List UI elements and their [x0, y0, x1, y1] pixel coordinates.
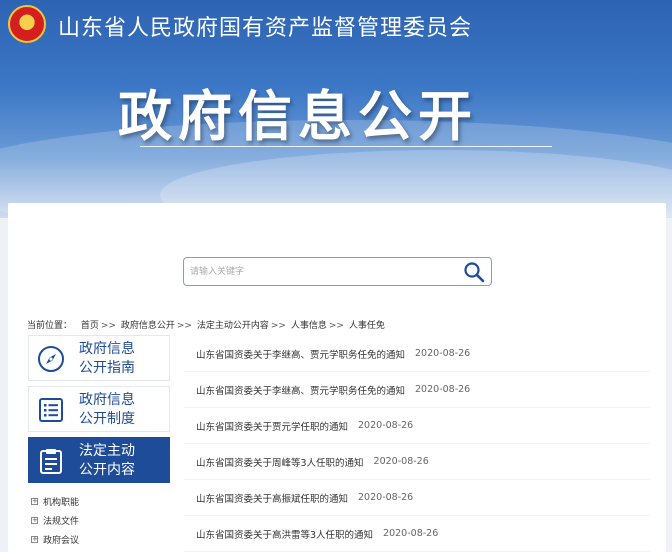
breadcrumb-item-statutory-content[interactable]: 法定主动公开内容	[197, 321, 269, 331]
expand-icon: +	[31, 497, 38, 505]
sub-item-label: 政府会议	[43, 536, 80, 546]
sidebar-button-label: 政府信息 公开指南	[79, 341, 135, 376]
breadcrumb-separator: >>	[328, 321, 344, 331]
compass-icon	[38, 346, 64, 372]
breadcrumb-item-appointments[interactable]: 人事任免	[349, 321, 385, 331]
page-title: 政府信息公开	[118, 85, 478, 148]
list-item: 山东省国资委关于李继高、贾元学职务任免的通知 2020-08-26	[184, 336, 650, 372]
breadcrumb: 当前位置： 首页 >> 政府信息公开 >> 法定主动公开内容 >> 人事信息 >> 人事…	[27, 318, 385, 331]
news-link[interactable]: 山东省国资委关于高振斌任职的通知	[196, 491, 348, 505]
sidebar-sub-item-meetings[interactable]: + 政府会议	[31, 530, 79, 549]
document-list-icon	[39, 398, 63, 422]
news-date: 2020-08-26	[358, 420, 414, 431]
sidebar-sub-item-regulations[interactable]: + 法规文件	[31, 511, 79, 530]
breadcrumb-item-home[interactable]: 首页	[81, 321, 99, 331]
news-link[interactable]: 山东省国资委关于周峰等3人任职的通知	[196, 455, 364, 469]
search-button[interactable]	[463, 261, 485, 283]
breadcrumb-separator: >>	[176, 321, 192, 331]
search-box	[183, 257, 492, 286]
list-item: 山东省国资委关于高振斌任职的通知 2020-08-26	[184, 480, 650, 516]
news-date: 2020-08-26	[358, 492, 414, 503]
header-banner: ★ 山东省人民政府国有资产监督管理委员会 政府信息公开	[0, 0, 672, 218]
expand-icon: +	[31, 535, 38, 543]
list-item: 山东省国资委关于高洪雷等3人任职的通知 2020-08-26	[184, 516, 650, 552]
national-emblem-icon: ★	[8, 5, 46, 43]
news-link[interactable]: 山东省国资委关于高洪雷等3人任职的通知	[196, 527, 373, 541]
news-date: 2020-08-26	[383, 528, 439, 539]
sidebar-button-label: 政府信息 公开制度	[79, 392, 135, 427]
sub-item-label: 法规文件	[43, 517, 80, 527]
site-title[interactable]: 山东省人民政府国有资产监督管理委员会	[58, 10, 472, 42]
breadcrumb-separator: >>	[270, 321, 286, 331]
news-link[interactable]: 山东省国资委关于李继高、贾元学职务任免的通知	[196, 383, 405, 397]
list-item: 山东省国资委关于周峰等3人任职的通知 2020-08-26	[184, 444, 650, 480]
breadcrumb-item-personnel-info[interactable]: 人事信息	[291, 321, 327, 331]
news-list: 山东省国资委关于李继高、贾元学职务任免的通知 2020-08-26 山东省国资委…	[184, 336, 650, 552]
breadcrumb-item-info-disclosure[interactable]: 政府信息公开	[121, 321, 175, 331]
news-date: 2020-08-26	[415, 348, 471, 359]
sidebar-sub-item-org-functions[interactable]: + 机构职能	[31, 492, 79, 511]
breadcrumb-separator: >>	[100, 321, 116, 331]
breadcrumb-prefix: 当前位置：	[27, 321, 73, 331]
sidebar-button-disclosure-guide[interactable]: 政府信息 公开指南	[28, 335, 170, 381]
title-divider	[140, 146, 552, 147]
news-link[interactable]: 山东省国资委关于贾元学任职的通知	[196, 419, 348, 433]
sidebar-button-statutory-content[interactable]: 法定主动 公开内容	[28, 437, 170, 483]
list-item: 山东省国资委关于李继高、贾元学职务任免的通知 2020-08-26	[184, 372, 650, 408]
search-icon	[464, 262, 485, 283]
news-date: 2020-08-26	[373, 456, 429, 467]
news-link[interactable]: 山东省国资委关于李继高、贾元学职务任免的通知	[196, 347, 405, 361]
sidebar-button-label: 法定主动 公开内容	[79, 443, 135, 478]
list-item: 山东省国资委关于贾元学任职的通知 2020-08-26	[184, 408, 650, 444]
clipboard-icon	[40, 449, 62, 474]
news-date: 2020-08-26	[415, 384, 471, 395]
sidebar-button-disclosure-rules[interactable]: 政府信息 公开制度	[28, 386, 170, 432]
search-input[interactable]	[190, 262, 450, 282]
expand-icon: +	[31, 516, 38, 524]
sidebar-sub-list: + 机构职能 + 法规文件 + 政府会议	[31, 492, 79, 549]
sub-item-label: 机构职能	[43, 498, 80, 508]
